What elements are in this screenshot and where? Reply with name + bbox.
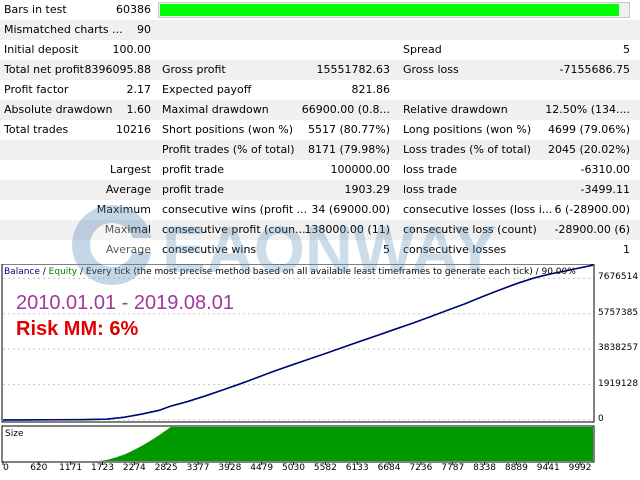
- report-value: 2.17: [126, 83, 152, 96]
- report-value: 2045 (20.02%): [547, 143, 630, 156]
- report-value: 5: [623, 43, 630, 56]
- x-tick-label: 5030: [282, 463, 305, 473]
- report-value: 6 (-28900.00): [554, 203, 630, 216]
- x-tick-label: 2825: [154, 463, 178, 473]
- x-tick-label: 9992: [568, 463, 592, 473]
- report-row: Total trades 10216 Short positions (won %)…: [0, 120, 640, 140]
- date-range-label: 2010.01.01 - 2019.08.01: [16, 292, 234, 314]
- x-tick-label: 4479: [250, 463, 274, 473]
- risk-label: Risk MM: 6%: [16, 318, 139, 340]
- x-tick-label: 3928: [218, 463, 242, 473]
- report-value: 100.00: [112, 43, 152, 56]
- legend-separator: /: [39, 267, 49, 277]
- report-value: -7155686.75: [559, 63, 630, 76]
- report-value: [162, 40, 390, 60]
- report-row: Average profit trade 1903.29 loss trade -349…: [0, 180, 640, 200]
- x-tick-label: 8889: [504, 463, 528, 473]
- report-value: 100000.00: [330, 163, 391, 176]
- size-bars-area: [98, 427, 594, 461]
- x-tick-label: 2274: [122, 463, 146, 473]
- y-tick-label: 1919128: [598, 378, 639, 389]
- size-label: Size: [5, 429, 24, 439]
- graph-legend: Balance / Equity / Every tick (the most …: [4, 266, 576, 278]
- report-row: Initial deposit 100.00 Spread 5: [0, 40, 640, 60]
- report-value: Average: [105, 243, 151, 256]
- report-value: 8396095.88: [84, 63, 151, 76]
- report-row: Profit trades (% of total) 8171 (79.98%) L…: [0, 140, 640, 160]
- report-row: Largest profit trade 100000.00 loss trade -6…: [0, 160, 640, 180]
- report-value: 15551782.63: [316, 63, 390, 76]
- legend-model-text: / Every tick (the most precise method ba…: [77, 267, 576, 277]
- report-value: -28900.00 (6): [554, 223, 630, 236]
- report-value: [4, 140, 151, 160]
- report-value: 1: [623, 243, 630, 256]
- x-tick-label: 5582: [313, 463, 337, 473]
- report-value: 90: [137, 23, 151, 36]
- report-value: 12.50% (134....: [545, 103, 630, 116]
- modelling-quality-bar: [158, 2, 630, 18]
- x-tick-label: 8338: [473, 463, 496, 473]
- report-value: [403, 80, 630, 100]
- report-row: Total net profit 8396095.88 Gross profit 15…: [0, 60, 640, 80]
- report-value: 5: [383, 243, 390, 256]
- report-value: 60386: [116, 3, 151, 16]
- report-value: Largest: [110, 163, 151, 176]
- x-tick-label: 7787: [441, 463, 465, 473]
- report-value: Maximum: [96, 203, 151, 216]
- report-value: 138000.00 (11): [304, 223, 390, 236]
- x-tick-label: 620: [30, 463, 48, 473]
- modelling-quality-fill: [160, 4, 619, 16]
- report-row: Mismatched charts ... 90: [0, 20, 640, 40]
- x-tick-label: 9441: [536, 463, 560, 473]
- x-tick-label: 1723: [91, 463, 114, 473]
- report-value: 8171 (79.98%): [307, 143, 390, 156]
- report-value: -3499.11: [580, 183, 630, 196]
- legend-balance: Balance: [4, 267, 40, 277]
- report-value: 66900.00 (0.8...: [301, 103, 390, 116]
- report-value: Maximal: [104, 223, 151, 236]
- y-tick-label: 7676514: [598, 272, 639, 283]
- report-value: 1903.29: [344, 183, 391, 196]
- report-value: 10216: [116, 123, 151, 136]
- legend-equity: Equity: [48, 267, 78, 277]
- report-row: Absolute drawdown 1.60 Maximal drawdown 669…: [0, 100, 640, 120]
- report-value: 4699 (79.06%): [547, 123, 630, 136]
- x-tick-label: 7236: [409, 463, 433, 473]
- x-tick-label: 6684: [377, 463, 401, 473]
- report-row: Profit factor 2.17 Expected payoff 821.86: [0, 80, 640, 100]
- report-value: 5517 (80.77%): [307, 123, 390, 136]
- report-value: 1.60: [126, 103, 152, 116]
- report-row: Average consecutive wins 5 consecutive loss…: [0, 240, 640, 260]
- report-value: 34 (69000.00): [311, 203, 390, 216]
- report-row: Maximal consecutive profit (coun... 138000…: [0, 220, 640, 240]
- report-table: Bars in test60386Ticks modelled178292540…: [0, 0, 640, 260]
- y-tick-label: 0: [598, 414, 604, 424]
- report-value: 821.86: [351, 83, 391, 96]
- report-row: Maximum consecutive wins (profit ... 34 (6…: [0, 200, 640, 220]
- x-tick-label: 3377: [186, 463, 210, 473]
- report-value: -6310.00: [580, 163, 630, 176]
- x-tick-label: 6133: [345, 463, 369, 473]
- x-tick-label: 0: [3, 463, 9, 473]
- size-bars: [98, 427, 594, 461]
- y-tick-label: 3838257: [598, 343, 639, 354]
- x-tick-label: 1171: [59, 463, 83, 473]
- report-value: Average: [105, 183, 151, 196]
- y-tick-label: 5757385: [598, 307, 639, 318]
